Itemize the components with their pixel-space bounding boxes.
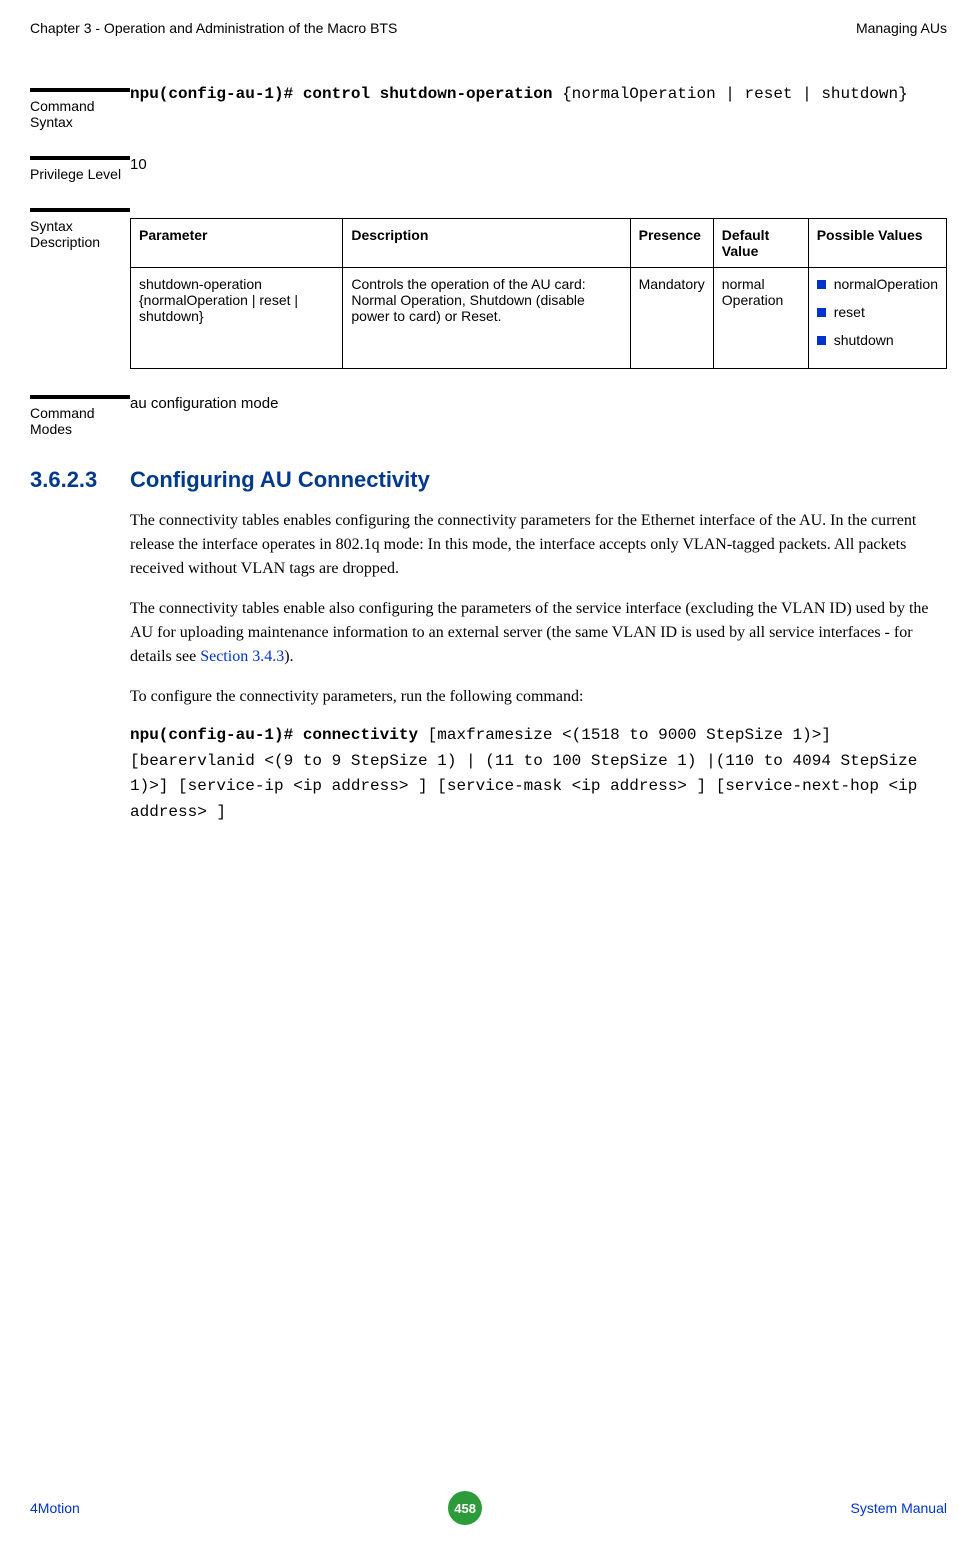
square-bullet-icon (817, 336, 826, 345)
th-possible: Possible Values (808, 219, 946, 268)
possible-value-label: shutdown (834, 332, 894, 348)
paragraph: To configure the connectivity parameters… (130, 685, 947, 709)
possible-value-label: reset (834, 304, 865, 320)
section-number: 3.6.2.3 (30, 467, 130, 493)
command-syntax-rest: {normalOperation | reset | shutdown} (562, 85, 908, 103)
command-modes-value: au configuration mode (130, 395, 278, 412)
th-parameter: Parameter (131, 219, 343, 268)
section-title: Configuring AU Connectivity (130, 467, 430, 493)
label-syntax-description: Syntax Description (30, 218, 130, 250)
cell-possible: normalOperation reset shutdown (808, 268, 946, 369)
square-bullet-icon (817, 280, 826, 289)
command-block: npu(config-au-1)# connectivity [maxframe… (130, 723, 947, 825)
label-command-syntax: Command Syntax (30, 98, 130, 130)
privilege-level-value: 10 (130, 156, 147, 173)
page-number-badge: 458 (448, 1491, 482, 1525)
cell-description: Controls the operation of the AU card: N… (343, 268, 630, 369)
cell-presence: Mandatory (630, 268, 713, 369)
label-command-modes: Command Modes (30, 405, 130, 437)
paragraph: The connectivity tables enables configur… (130, 509, 947, 581)
command-syntax-value: npu(config-au-1)# control shutdown-opera… (130, 82, 947, 130)
label-privilege-level: Privilege Level (30, 166, 130, 182)
th-default: Default Value (713, 219, 808, 268)
paragraph: The connectivity tables enable also conf… (130, 597, 947, 669)
possible-value-item: normalOperation (817, 276, 938, 292)
section-heading: 3.6.2.3 Configuring AU Connectivity (30, 467, 947, 493)
th-description: Description (343, 219, 630, 268)
table-row: shutdown-operation {normalOperation | re… (131, 268, 947, 369)
paragraph-text: ). (284, 648, 293, 665)
cell-default: normal Operation (713, 268, 808, 369)
square-bullet-icon (817, 308, 826, 317)
footer-left[interactable]: 4Motion (30, 1500, 80, 1516)
th-presence: Presence (630, 219, 713, 268)
possible-value-item: shutdown (817, 332, 938, 348)
command-syntax-prefix: npu(config-au-1)# control shutdown-opera… (130, 85, 562, 103)
footer-right[interactable]: System Manual (851, 1500, 947, 1516)
syntax-description-table: Parameter Description Presence Default V… (130, 218, 947, 369)
possible-value-item: reset (817, 304, 938, 320)
header-left: Chapter 3 - Operation and Administration… (30, 20, 397, 36)
command-prefix: npu(config-au-1)# connectivity (130, 726, 428, 744)
page-header: Chapter 3 - Operation and Administration… (30, 20, 947, 42)
page-footer: 4Motion 458 System Manual (30, 1491, 947, 1525)
possible-value-label: normalOperation (834, 276, 938, 292)
header-right: Managing AUs (856, 20, 947, 36)
section-link[interactable]: Section 3.4.3 (200, 648, 284, 665)
cell-parameter: shutdown-operation {normalOperation | re… (131, 268, 343, 369)
